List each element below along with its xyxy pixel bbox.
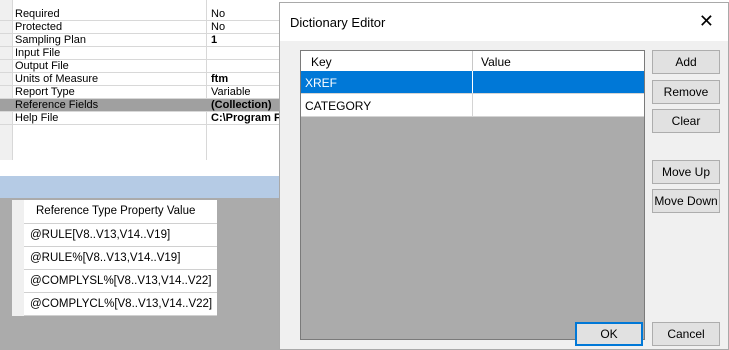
- column-header-key[interactable]: Key: [311, 55, 332, 69]
- column-header-value[interactable]: Value: [481, 55, 511, 69]
- reference-table-row[interactable]: @COMPLYSL%[V8..V13,V14..V22]: [12, 270, 217, 293]
- property-name: Sampling Plan: [15, 34, 86, 46]
- property-name: Required: [15, 8, 60, 20]
- property-name: Units of Measure: [15, 73, 99, 85]
- property-row-required[interactable]: Required No: [0, 8, 300, 21]
- key-cell[interactable]: XREF: [305, 76, 337, 90]
- property-value[interactable]: ftm: [211, 73, 228, 85]
- dictionary-grid[interactable]: Key Value XREF CATEGORY: [300, 50, 645, 340]
- property-row-help-file[interactable]: Help File C:\Program F: [0, 112, 300, 125]
- reference-table-header[interactable]: Reference Type Property Value: [12, 200, 217, 224]
- cancel-button[interactable]: Cancel: [652, 322, 720, 346]
- key-cell[interactable]: CATEGORY: [305, 99, 371, 113]
- property-row-protected[interactable]: Protected No: [0, 21, 300, 34]
- ok-button[interactable]: OK: [575, 322, 643, 346]
- dictionary-row-xref[interactable]: XREF: [301, 71, 644, 94]
- reference-table-row[interactable]: @RULE%[V8..V13,V14..V19]: [12, 247, 217, 270]
- property-value[interactable]: (Collection): [211, 99, 272, 111]
- clear-button[interactable]: Clear: [652, 109, 720, 133]
- cell-separator: [472, 94, 473, 116]
- reference-table: Reference Type Property Value @RULE[V8..…: [12, 200, 217, 316]
- property-row-output-file[interactable]: Output File: [0, 60, 300, 73]
- description-panel-header: [0, 176, 300, 198]
- property-name: Reference Fields: [15, 99, 99, 111]
- reference-table-row[interactable]: @COMPLYCL%[V8..V13,V14..V22]: [12, 293, 217, 316]
- property-row-reference-fields[interactable]: Reference Fields (Collection): [0, 99, 300, 112]
- cell-separator: [472, 71, 473, 93]
- close-icon[interactable]: ✕: [699, 11, 714, 31]
- row-header-strip: [12, 200, 24, 316]
- dictionary-row-category[interactable]: CATEGORY: [301, 94, 644, 117]
- move-up-button[interactable]: Move Up: [652, 160, 720, 184]
- property-value[interactable]: C:\Program F: [211, 112, 281, 124]
- property-value[interactable]: Variable: [211, 86, 251, 98]
- dictionary-editor-dialog: Dictionary Editor ✕ Key Value XREF CATEG…: [279, 2, 729, 350]
- property-row-report-type[interactable]: Report Type Variable: [0, 86, 300, 99]
- reference-table-row[interactable]: @RULE[V8..V13,V14..V19]: [12, 224, 217, 247]
- property-value[interactable]: No: [211, 8, 225, 20]
- property-value[interactable]: 1: [211, 34, 217, 46]
- property-name: Report Type: [15, 86, 75, 98]
- property-grid: Required No Protected No Sampling Plan 1…: [0, 0, 300, 160]
- dictionary-grid-header: Key Value: [301, 51, 644, 72]
- property-value[interactable]: No: [211, 21, 225, 33]
- move-down-button[interactable]: Move Down: [652, 189, 720, 213]
- column-separator: [472, 51, 473, 71]
- dialog-titlebar[interactable]: Dictionary Editor ✕: [280, 3, 728, 41]
- property-name: Help File: [15, 112, 59, 124]
- property-name: Protected: [15, 21, 63, 33]
- add-button[interactable]: Add: [652, 50, 720, 74]
- property-row-sampling-plan[interactable]: Sampling Plan 1: [0, 34, 300, 47]
- property-name: Input File: [15, 47, 61, 59]
- property-row-units-of-measure[interactable]: Units of Measure ftm: [0, 73, 300, 86]
- dialog-title: Dictionary Editor: [290, 15, 386, 30]
- property-name: Output File: [15, 60, 69, 72]
- remove-button[interactable]: Remove: [652, 80, 720, 104]
- property-row-input-file[interactable]: Input File: [0, 47, 300, 60]
